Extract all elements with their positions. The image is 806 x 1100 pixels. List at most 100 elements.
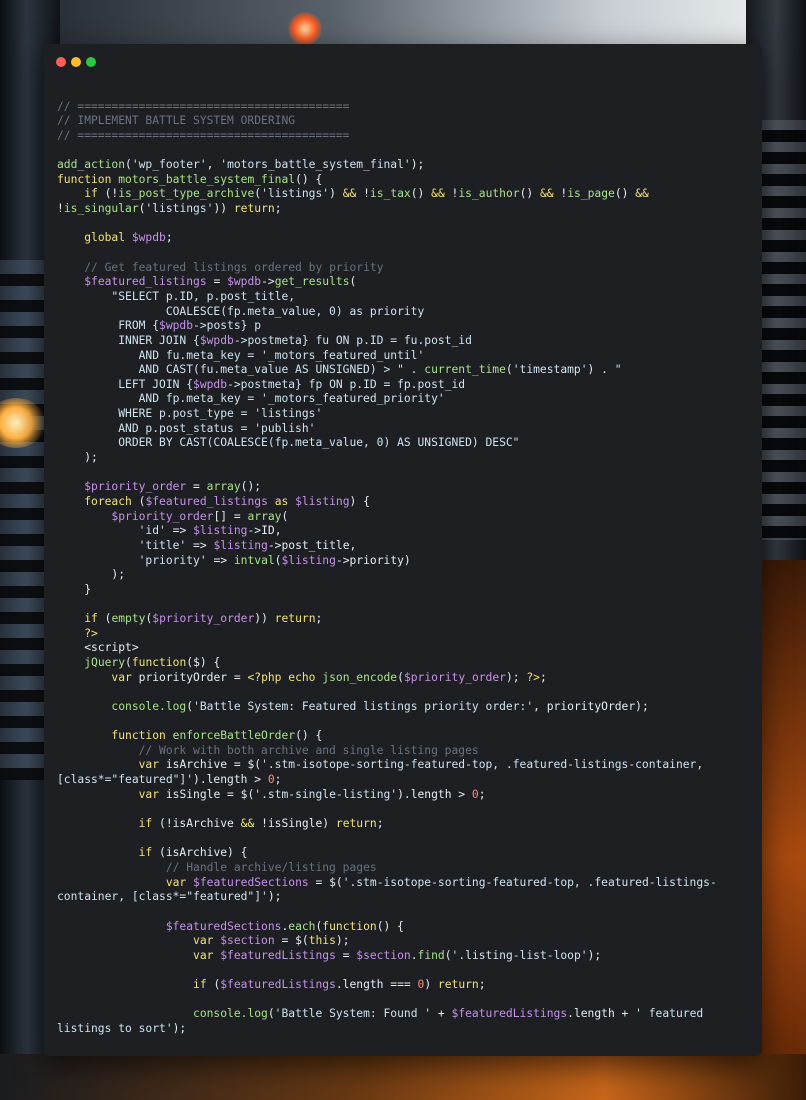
code-line: var isArchive = $('.stm-isotope-sorting-… (57, 758, 752, 773)
code-token: () { (376, 919, 404, 933)
code-line: FROM {$wpdb->posts} p (57, 319, 752, 334)
code-token: $featured_listings (84, 275, 207, 289)
code-line: AND CAST(fu.meta_value AS UNSIGNED) > " … (57, 363, 752, 378)
code-token: array (206, 480, 241, 494)
code-token: var (165, 875, 194, 889)
code-token: [class*="featured"]' (57, 773, 194, 787)
code-line: global $wpdb; (57, 231, 752, 246)
code-line: if (!isArchive && !isSingle) return; (57, 817, 752, 832)
code-token: is_singular (63, 202, 139, 216)
code-token: !isSingle) (254, 817, 336, 831)
code-token: () { (295, 172, 323, 186)
code-line: // IMPLEMENT BATTLE SYSTEM ORDERING (57, 114, 752, 129)
code-token: ; (274, 773, 282, 787)
code-token: var (111, 670, 139, 684)
code-token: ! (444, 187, 459, 201)
code-token: '.stm-single-listing' (254, 787, 398, 801)
code-token: is_author (458, 187, 520, 201)
code-line: 'id' => $listing->ID, (57, 524, 752, 539)
code-token: = $( (308, 875, 343, 889)
code-line: console.log('Battle System: Found ' + $f… (57, 1007, 752, 1022)
code-token: => (186, 538, 214, 552)
code-line: $priority_order = array(); (57, 480, 752, 495)
code-token: INNER JOIN { (57, 333, 200, 347)
code-token: var (138, 758, 166, 772)
code-token: && (635, 187, 649, 201)
code-token: ( (281, 509, 289, 523)
code-token: this (308, 934, 336, 948)
code-token: ; (315, 612, 323, 626)
code-line: // =====================================… (57, 100, 752, 115)
code-token: $wpdb (199, 333, 234, 347)
code-token: 'listings' (261, 187, 330, 201)
code-token: ->post_title, (267, 538, 357, 552)
code-token: motors_battle_system_final (118, 172, 296, 186)
code-line: if ($featuredListings.length === 0) retu… (57, 978, 752, 993)
code-token: " (614, 363, 622, 377)
code-token: $listing (193, 524, 248, 538)
code-token: 'id' (138, 524, 166, 538)
code-token: COALESCE(fp.meta_value, 0) as priority (57, 304, 425, 318)
minimize-window-button[interactable] (71, 57, 81, 67)
code-token: var (138, 787, 166, 801)
code-token: , (206, 158, 221, 172)
code-token: if (193, 978, 214, 992)
code-token: ); (172, 1022, 187, 1035)
code-token: jQuery (84, 655, 126, 669)
code-window: // =====================================… (44, 44, 762, 1056)
code-token: is_post_type_archive (118, 187, 255, 201)
code-token: // Work with both archive and single lis… (138, 743, 479, 757)
code-token: ->ID, (247, 524, 282, 538)
code-token: ! (57, 202, 64, 216)
code-line: // Work with both archive and single lis… (57, 744, 752, 759)
code-token: 'motors_battle_system_final' (220, 158, 411, 172)
code-line: INNER JOIN {$wpdb->postmeta} fu ON p.ID … (57, 334, 752, 349)
code-token: && (240, 817, 255, 831)
code-token: && (539, 187, 554, 201)
code-token: ($) { (186, 655, 221, 669)
code-token: as (267, 494, 296, 508)
code-line: ?> (57, 627, 752, 642)
code-token: find (417, 948, 445, 962)
code-token: var (193, 934, 221, 948)
code-line: var $section = $(this); (57, 934, 752, 949)
code-token: . (410, 948, 418, 962)
code-token: empty (111, 612, 146, 626)
code-token: () (519, 187, 540, 201)
code-token: )) (213, 202, 234, 216)
code-token: function (131, 655, 187, 669)
code-token: WHERE p.post_type = 'listings' (57, 407, 323, 421)
code-token: get_results (274, 275, 350, 289)
code-token: if (138, 817, 160, 831)
maximize-window-button[interactable] (86, 57, 96, 67)
code-token: ->postmeta} fp ON p.ID = fp.post_id (227, 377, 466, 391)
close-window-button[interactable] (56, 57, 66, 67)
code-token: $priority_order (84, 480, 187, 494)
code-line: 'priority' => intval($listing->priority) (57, 554, 752, 569)
code-token: foreach (84, 494, 139, 508)
code-token: $wpdb (131, 231, 166, 245)
code-line: "SELECT p.ID, p.post_title, (57, 290, 752, 305)
code-token: isArchive = $( (165, 758, 262, 772)
code-line: COALESCE(fp.meta_value, 0) as priority (57, 305, 752, 320)
code-token: ( (397, 670, 404, 684)
code-token: enforceBattleOrder (172, 729, 296, 743)
code-line: ); (57, 451, 752, 466)
